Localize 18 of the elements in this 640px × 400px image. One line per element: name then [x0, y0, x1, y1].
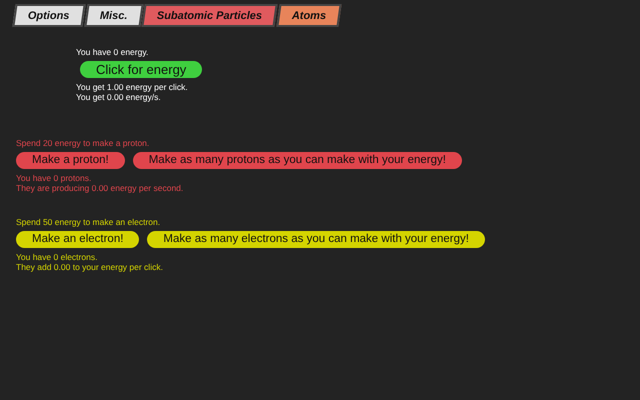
particle-count: You have 0 protons.: [16, 173, 92, 183]
energy-per-second: You get 0.00 energy/s.: [76, 92, 162, 102]
tab[interactable]: Subatomic Particles: [141, 4, 278, 27]
tab[interactable]: Misc.: [84, 4, 143, 27]
make-max-button[interactable]: Make as many protons as you can make with your energy!: [132, 152, 462, 169]
cost-text: Spend 20 energy to make a proton.: [16, 138, 150, 148]
particle-effect: They are producing 0.00 energy per second.: [16, 183, 184, 193]
make-max-button[interactable]: Make as many electrons as you can make with your energy!: [147, 231, 485, 248]
particle-effect: They add 0.00 to your energy per click.: [16, 262, 164, 272]
cost-text: Spend 50 energy to make an electron.: [16, 217, 162, 227]
make-one-button[interactable]: Make an electron!: [16, 231, 140, 248]
energy-count: You have 0 energy.: [76, 47, 150, 57]
make-one-button[interactable]: Make a proton!: [16, 152, 125, 169]
energy-per-click: You get 1.00 energy per click.: [76, 82, 189, 92]
click-for-energy-button[interactable]: Click for energy: [80, 61, 202, 78]
tab[interactable]: Atoms: [276, 4, 342, 27]
tab[interactable]: Options: [12, 4, 86, 27]
particle-count: You have 0 electrons.: [16, 252, 98, 262]
